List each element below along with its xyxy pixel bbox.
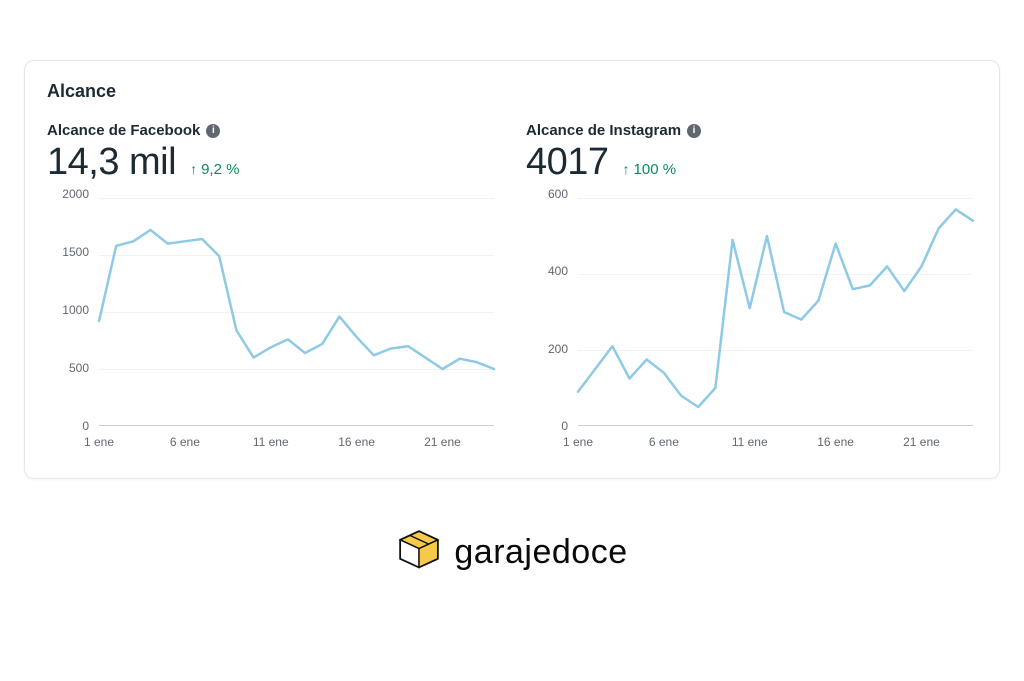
facebook-trend-value: 9,2 % <box>201 161 239 178</box>
arrow-up-icon: ↑ <box>190 162 197 176</box>
instagram-column: Alcance de Instagram i 4017 ↑ 100 % 0 200… <box>526 122 977 454</box>
chart-area <box>99 198 494 426</box>
y-tick-label: 600 <box>548 188 568 200</box>
facebook-value-row: 14,3 mil ↑ 9,2 % <box>47 141 498 184</box>
x-axis: 1 ene6 ene11 ene16 ene21 ene <box>578 430 973 454</box>
y-tick-label: 1500 <box>62 246 89 258</box>
brand-footer: garajedoce <box>24 527 1000 578</box>
x-tick-label: 21 ene <box>903 435 940 449</box>
instagram-label-text: Alcance de Instagram <box>526 122 681 139</box>
y-tick-label: 500 <box>69 362 89 374</box>
facebook-label-text: Alcance de Facebook <box>47 122 200 139</box>
y-tick-label: 400 <box>548 265 568 277</box>
x-tick-label: 16 ene <box>338 435 375 449</box>
facebook-chart: 05001000150020001 ene6 ene11 ene16 ene21… <box>47 194 498 454</box>
data-line <box>578 209 973 407</box>
y-tick-label: 200 <box>548 343 568 355</box>
x-tick-label: 11 ene <box>732 435 768 449</box>
arrow-up-icon: ↑ <box>623 162 630 176</box>
card-title: Alcance <box>47 81 977 102</box>
info-icon[interactable]: i <box>687 124 701 138</box>
instagram-metric-label: Alcance de Instagram i <box>526 122 977 139</box>
instagram-value: 4017 <box>526 141 609 184</box>
brand-name: garajedoce <box>454 533 627 572</box>
x-tick-label: 6 ene <box>170 435 200 449</box>
y-axis: 0200400600 <box>526 194 574 426</box>
chart-area <box>578 198 973 426</box>
x-tick-label: 21 ene <box>424 435 461 449</box>
x-axis: 1 ene6 ene11 ene16 ene21 ene <box>99 430 494 454</box>
y-tick-label: 0 <box>82 420 89 432</box>
instagram-chart: 02004006001 ene6 ene11 ene16 ene21 ene <box>526 194 977 454</box>
facebook-metric-label: Alcance de Facebook i <box>47 122 498 139</box>
facebook-value: 14,3 mil <box>47 141 176 184</box>
charts-row: Alcance de Facebook i 14,3 mil ↑ 9,2 % 0… <box>47 122 977 454</box>
y-tick-label: 1000 <box>62 304 89 316</box>
y-tick-label: 0 <box>561 420 568 432</box>
x-tick-label: 11 ene <box>253 435 289 449</box>
instagram-trend-value: 100 % <box>634 161 677 178</box>
data-line <box>99 230 494 369</box>
instagram-value-row: 4017 ↑ 100 % <box>526 141 977 184</box>
info-icon[interactable]: i <box>206 124 220 138</box>
facebook-column: Alcance de Facebook i 14,3 mil ↑ 9,2 % 0… <box>47 122 498 454</box>
facebook-trend: ↑ 9,2 % <box>190 161 239 178</box>
x-tick-label: 1 ene <box>563 435 593 449</box>
instagram-trend: ↑ 100 % <box>623 161 677 178</box>
y-axis: 0500100015002000 <box>47 194 95 426</box>
x-tick-label: 16 ene <box>817 435 854 449</box>
x-tick-label: 6 ene <box>649 435 679 449</box>
y-tick-label: 2000 <box>62 188 89 200</box>
line-plot <box>578 198 973 426</box>
box-logo-icon <box>396 527 442 578</box>
line-plot <box>99 198 494 426</box>
reach-card: Alcance Alcance de Facebook i 14,3 mil ↑… <box>24 60 1000 479</box>
x-tick-label: 1 ene <box>84 435 114 449</box>
